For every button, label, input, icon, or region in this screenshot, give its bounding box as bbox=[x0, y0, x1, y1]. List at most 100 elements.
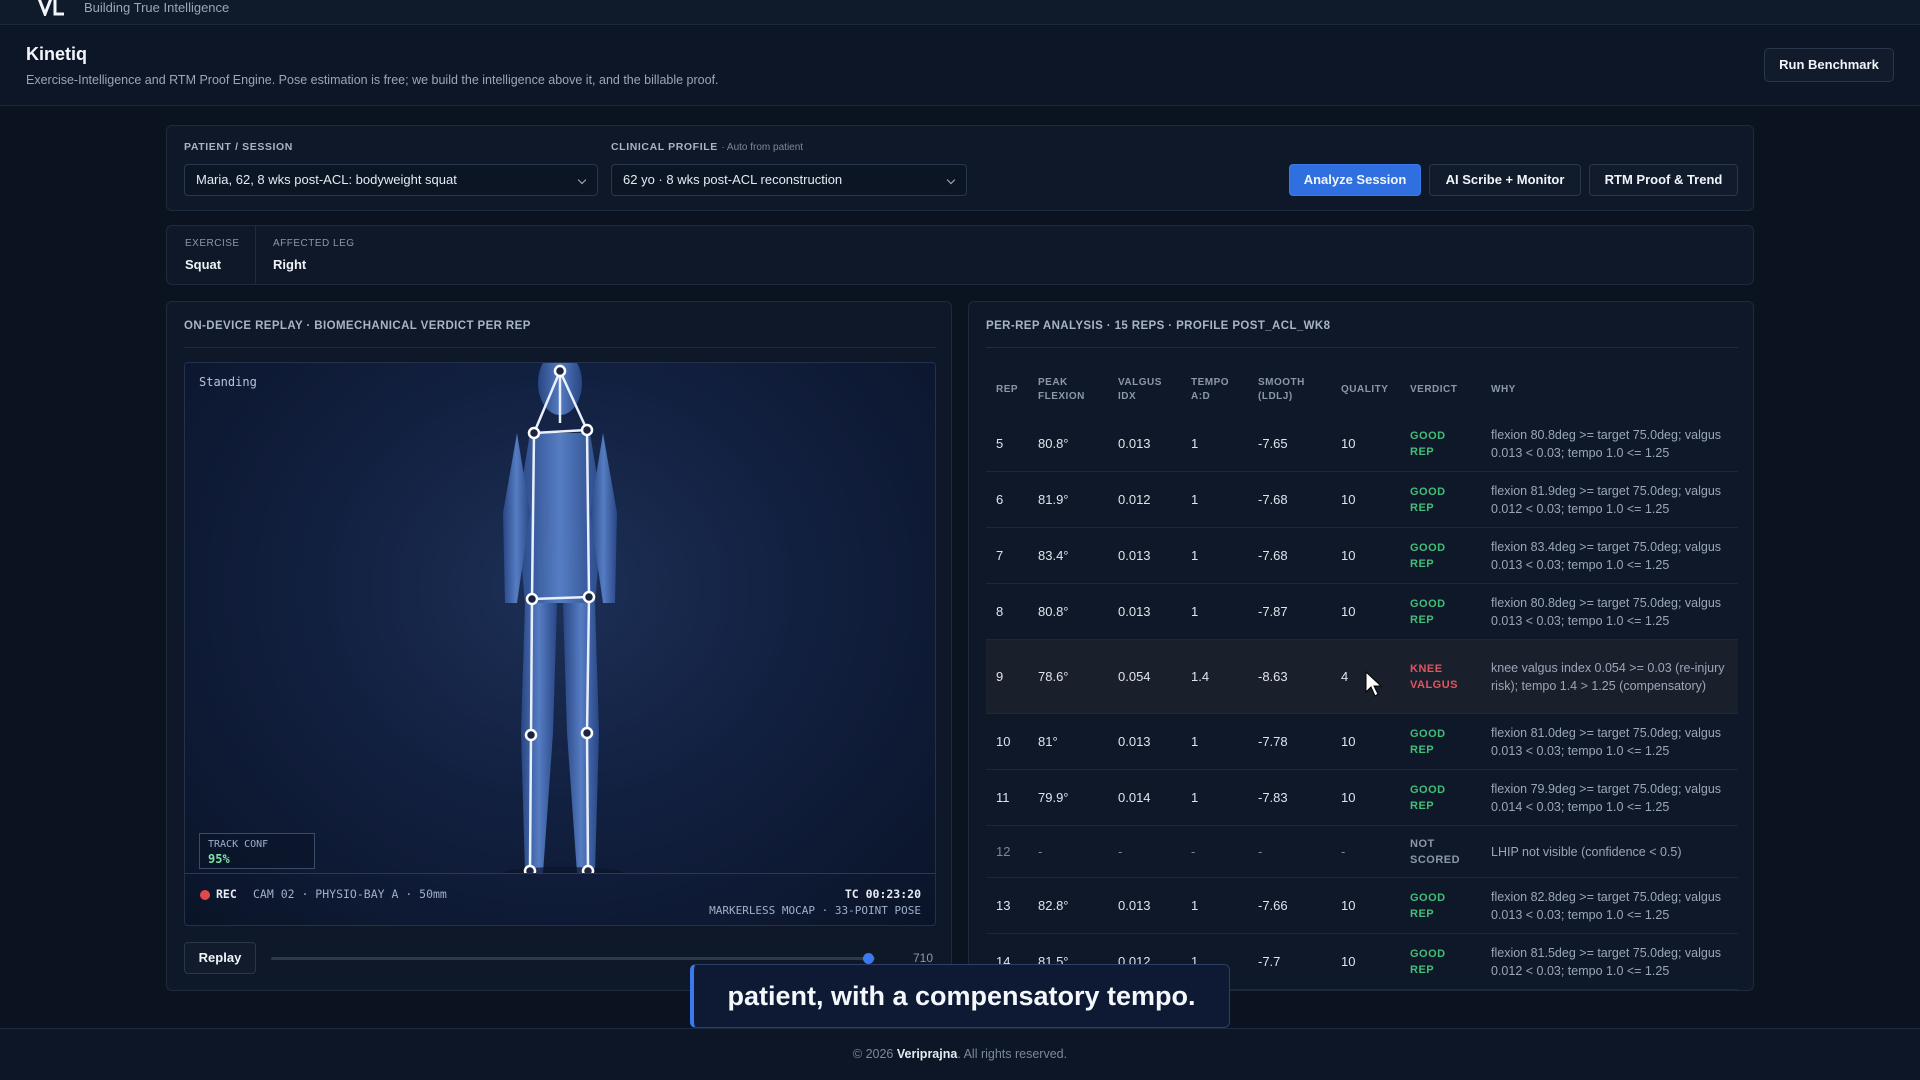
brand-logo-icon bbox=[37, 0, 64, 16]
rtm-proof-trend-button[interactable]: RTM Proof & Trend bbox=[1589, 164, 1738, 196]
track-confidence-box: TRACK CONF 95% bbox=[199, 833, 315, 869]
affected-leg-info: AFFECTED LEG Right bbox=[255, 226, 455, 284]
rep-cell: 13 bbox=[996, 898, 1011, 913]
verdict-badge: GOOD REP bbox=[1410, 486, 1446, 514]
verdict-badge: GOOD REP bbox=[1410, 542, 1446, 570]
peak-flexion-cell: 79.9° bbox=[1038, 790, 1069, 805]
quality-cell: 10 bbox=[1341, 734, 1356, 749]
table-row[interactable]: 12 - - - - - NOT SCORED LHIP not visible (confid… bbox=[986, 826, 1738, 878]
peak-flexion-cell: 78.6° bbox=[1038, 669, 1069, 684]
verdict-badge: GOOD REP bbox=[1410, 728, 1446, 756]
exercise-label: EXERCISE bbox=[185, 238, 240, 249]
quality-cell: 10 bbox=[1341, 548, 1356, 563]
table-row[interactable]: 11 79.9° 0.014 1 -7.83 10 GOOD REP flexion 79.9d… bbox=[986, 770, 1738, 826]
analyze-session-button[interactable]: Analyze Session bbox=[1289, 164, 1421, 196]
replay-heading: ON-DEVICE REPLAY · BIOMECHANICAL VERDICT… bbox=[184, 320, 531, 332]
tempo-cell: 1 bbox=[1191, 898, 1199, 913]
app-header: Kinetiq Exercise-Intelligence and RTM Pr… bbox=[0, 26, 1920, 106]
rep-cell: 11 bbox=[996, 790, 1010, 805]
why-cell: flexion 83.4deg >= target 75.0deg; valgu… bbox=[1491, 540, 1722, 572]
quality-cell: 10 bbox=[1341, 492, 1356, 507]
frame-value: 710 bbox=[913, 951, 934, 965]
col-verdict: VERDICT bbox=[1410, 384, 1458, 395]
chevron-down-icon bbox=[946, 175, 956, 185]
per-rep-analysis-panel: PER-REP ANALYSIS · 15 REPS · PROFILE POS… bbox=[968, 301, 1754, 991]
col-rep: REP bbox=[996, 384, 1019, 395]
chevron-down-icon bbox=[577, 175, 587, 185]
peak-flexion-cell: 80.8° bbox=[1038, 604, 1069, 619]
skeleton-figure bbox=[503, 363, 623, 873]
col-tempo: TEMPO A:D bbox=[1191, 377, 1230, 402]
smoothness-cell: -7.83 bbox=[1258, 790, 1288, 805]
app-subtitle: Exercise-Intelligence and RTM Proof Engi… bbox=[26, 73, 719, 87]
col-peak-flexion: PEAK FLEXION bbox=[1038, 377, 1085, 402]
footer: © 2026 Veriprajna. All rights reserved. bbox=[0, 1028, 1920, 1080]
rep-cell: 7 bbox=[996, 548, 1004, 563]
why-cell: flexion 79.9deg >= target 75.0deg; valgu… bbox=[1491, 782, 1722, 814]
ai-scribe-monitor-button[interactable]: AI Scribe + Monitor bbox=[1429, 164, 1581, 196]
why-cell: flexion 81.0deg >= target 75.0deg; valgu… bbox=[1491, 726, 1722, 758]
app-title: Kinetiq bbox=[26, 44, 87, 64]
table-row[interactable]: 13 82.8° 0.013 1 -7.66 10 GOOD REP flexion 82.8d… bbox=[986, 878, 1738, 934]
timecode: TC 00:23:20 bbox=[844, 887, 921, 901]
table-row[interactable]: 8 80.8° 0.013 1 -7.87 10 GOOD REP flexion 80.8de… bbox=[986, 584, 1738, 640]
tempo-cell: - bbox=[1191, 844, 1196, 859]
verdict-badge: GOOD REP bbox=[1410, 430, 1446, 458]
scrubber-thumb[interactable] bbox=[862, 953, 874, 964]
smoothness-cell: -7.66 bbox=[1258, 898, 1288, 913]
clinical-profile-select[interactable]: 62 yo · 8 wks post-ACL reconstruction bbox=[611, 164, 967, 196]
clinical-profile-label: CLINICAL PROFILE · Auto from patient bbox=[611, 141, 804, 153]
clinical-profile-hint: · Auto from patient bbox=[721, 142, 804, 153]
tempo-cell: 1 bbox=[1191, 604, 1199, 619]
peak-flexion-cell: 81° bbox=[1038, 734, 1058, 749]
rep-cell: 9 bbox=[996, 669, 1004, 684]
rep-cell: 10 bbox=[996, 734, 1011, 749]
tempo-cell: 1 bbox=[1191, 790, 1199, 805]
peak-flexion-cell: 81.9° bbox=[1038, 492, 1069, 507]
record-dot-icon bbox=[200, 890, 210, 900]
video-overlay-divider bbox=[185, 873, 935, 874]
table-row[interactable]: 7 83.4° 0.013 1 -7.68 10 GOOD REP flexion 83.4de… bbox=[986, 528, 1738, 584]
smoothness-cell: -7.78 bbox=[1258, 734, 1288, 749]
verdict-badge: KNEE VALGUS bbox=[1410, 663, 1459, 691]
verdict-badge: GOOD REP bbox=[1410, 892, 1446, 920]
valgus-cell: 0.013 bbox=[1118, 734, 1151, 749]
exercise-info: EXERCISE Squat bbox=[167, 226, 255, 284]
why-cell: flexion 82.8deg >= target 75.0deg; valgu… bbox=[1491, 890, 1722, 922]
exercise-info-panel: EXERCISE Squat AFFECTED LEG Right bbox=[166, 225, 1754, 285]
session-panel: PATIENT / SESSION Maria, 62, 8 wks post-… bbox=[166, 125, 1754, 211]
patient-session-label: PATIENT / SESSION bbox=[184, 141, 293, 153]
valgus-cell: 0.013 bbox=[1118, 898, 1151, 913]
footer-brand: Veriprajna bbox=[896, 1047, 958, 1061]
affected-leg-value: Right bbox=[273, 257, 307, 272]
table-row[interactable]: 5 80.8° 0.013 1 -7.65 10 GOOD REP flexion 80.8de… bbox=[986, 416, 1738, 472]
quality-cell: 10 bbox=[1341, 954, 1356, 969]
tempo-cell: 1 bbox=[1191, 734, 1199, 749]
run-benchmark-button[interactable]: Run Benchmark bbox=[1764, 48, 1894, 82]
smoothness-cell: -7.7 bbox=[1258, 954, 1281, 969]
table-row[interactable]: 9 78.6° 0.054 1.4 -8.63 4 KNEE VALGUS knee valgu… bbox=[986, 640, 1738, 714]
col-why: WHY bbox=[1491, 384, 1516, 395]
patient-session-select[interactable]: Maria, 62, 8 wks post-ACL: bodyweight sq… bbox=[184, 164, 598, 196]
track-confidence-label: TRACK CONF bbox=[208, 839, 269, 850]
mouse-cursor-icon bbox=[1365, 670, 1383, 697]
valgus-cell: 0.013 bbox=[1118, 604, 1151, 619]
affected-leg-label: AFFECTED LEG bbox=[273, 238, 355, 249]
replay-button[interactable]: Replay bbox=[184, 942, 256, 974]
brand-tagline: Building True Intelligence bbox=[84, 0, 230, 15]
verdict-badge: GOOD REP bbox=[1410, 784, 1446, 812]
video-viewport[interactable]: Standing TRACK CONF 95% REC CAM 02 · PHY… bbox=[184, 362, 936, 926]
valgus-cell: - bbox=[1118, 844, 1123, 859]
replay-panel: ON-DEVICE REPLAY · BIOMECHANICAL VERDICT… bbox=[166, 301, 952, 991]
replay-scrubber[interactable] bbox=[271, 957, 875, 960]
valgus-cell: 0.013 bbox=[1118, 436, 1151, 451]
peak-flexion-cell: 80.8° bbox=[1038, 436, 1069, 451]
smoothness-cell: -7.68 bbox=[1258, 548, 1288, 563]
tempo-cell: 1 bbox=[1191, 548, 1199, 563]
why-cell: flexion 80.8deg >= target 75.0deg; valgu… bbox=[1491, 596, 1722, 628]
table-row[interactable]: 6 81.9° 0.012 1 -7.68 10 GOOD REP flexion 81.9de… bbox=[986, 472, 1738, 528]
rep-cell: 6 bbox=[996, 492, 1004, 507]
table-row[interactable]: 10 81° 0.013 1 -7.78 10 GOOD REP flexion 81.0deg… bbox=[986, 714, 1738, 770]
clinical-profile-value: 62 yo · 8 wks post-ACL reconstruction bbox=[623, 172, 843, 187]
analysis-heading: PER-REP ANALYSIS · 15 REPS · PROFILE POS… bbox=[986, 320, 1331, 332]
